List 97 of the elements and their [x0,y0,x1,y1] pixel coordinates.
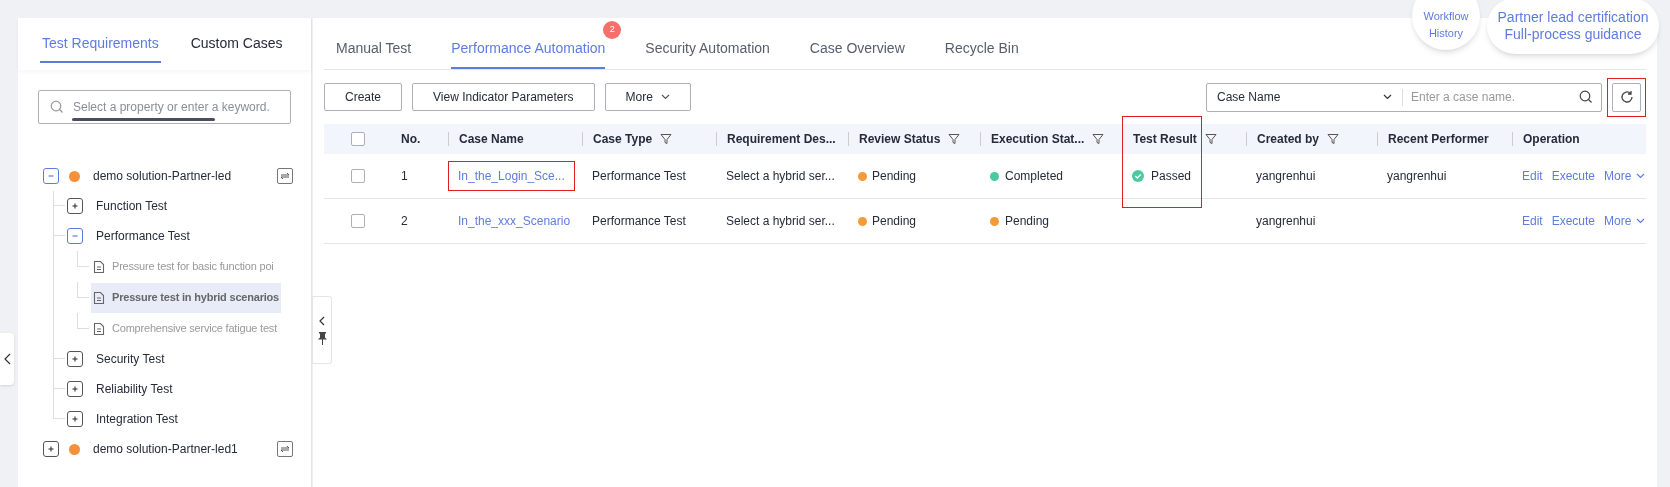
result-text: Passed [1151,168,1192,185]
filter-icon[interactable] [1204,133,1217,145]
table-cell: Select a hybrid ser... [726,214,835,228]
column-header: Review Status [859,131,941,148]
chevron-down-icon [1636,218,1646,224]
search-icon [1579,90,1593,104]
column-header: Requirement Des... [727,131,836,148]
status-text: Pending [1005,213,1050,230]
case-link[interactable]: In_the_xxx_Scenario [448,206,581,236]
expand-toggle[interactable] [43,441,59,457]
tab[interactable]: Recycle Bin [944,29,1019,69]
plus-icon [71,202,79,210]
table-cell: Performance Test [592,214,686,228]
action-link[interactable]: Execute [1551,212,1596,230]
table-cell: Performance Test [592,169,686,183]
chevron-down-icon [1383,94,1392,100]
tree-node-label[interactable]: Performance Test [96,227,190,245]
checkbox[interactable] [350,169,365,183]
toolbar-button[interactable]: View Indicator Parameters [412,83,595,111]
column-header: Created by [1257,131,1320,148]
filter-icon[interactable] [660,133,673,145]
plus-icon [71,355,79,363]
document-icon [93,321,105,336]
column-header: Recent Performer [1388,131,1489,148]
panel-tab[interactable]: Test Requirements [40,25,161,63]
tree-leaf[interactable]: Pressure test in hybrid scenarios [91,282,282,313]
tree-node-label[interactable]: Integration Test [96,410,178,428]
panel-toggle[interactable] [312,296,332,364]
tab[interactable]: Manual Test [336,29,412,69]
filter-icon[interactable] [948,133,961,145]
table-cell: yangrenhui [1256,169,1316,183]
table-cell: 2 [401,214,408,228]
tree-node-label[interactable]: demo solution-Partner-led1 [93,440,238,458]
filter-icon[interactable] [1327,133,1340,145]
check-circle-icon [1132,170,1144,182]
tree-node-label[interactable]: Reliability Test [96,380,173,398]
table-cell: yangrenhui [1387,169,1447,183]
filter-icon[interactable] [1092,133,1105,145]
case-link[interactable]: In_the_Login_Sce... [448,161,575,191]
column-header: Case Name [459,131,524,148]
search-field[interactable]: Select a property or enter a keyword. [38,90,291,124]
checkbox[interactable] [350,132,365,146]
minus-icon [47,172,55,180]
tree-node-label[interactable]: Security Test [96,350,165,368]
table-cell: 1 [401,169,408,183]
swap-button[interactable] [277,168,293,184]
table-cell: yangrenhui [1256,214,1316,228]
toolbar-button[interactable]: Create [324,83,403,111]
tab[interactable]: Performance Automation [451,29,606,69]
chevron-left-icon [3,353,11,365]
action-link[interactable]: Edit [1522,212,1543,230]
swap-button[interactable] [277,441,293,457]
checkbox[interactable] [350,214,365,228]
collapse-toggle[interactable] [67,228,83,244]
pin-icon [317,331,327,345]
plus-icon [71,385,79,393]
column-header: No. [401,131,421,148]
minus-icon [71,232,79,240]
column-header: Execution Stat... [991,131,1085,148]
search-field[interactable]: Case Name Enter a case name. [1206,82,1602,112]
field-select[interactable]: Case Name [1207,88,1403,106]
status-text: Completed [1005,168,1064,185]
expand-toggle[interactable] [67,411,83,427]
swap-icon [280,445,290,453]
floating-bubble[interactable]: Partner lead certification Full-process guidance [1487,0,1659,54]
column-header: Case Type [593,131,653,148]
search-icon [50,100,64,114]
chevron-left-icon [319,315,325,326]
document-icon [93,290,105,305]
refresh-icon [1619,90,1634,104]
tree-node-label[interactable]: demo solution-Partner-led [93,167,232,185]
status-text: Pending [872,168,917,185]
more-button[interactable]: More [604,83,691,111]
chevron-down-icon [1636,173,1646,179]
action-link[interactable]: Edit [1522,167,1543,185]
action-link[interactable]: More [1604,212,1646,230]
plus-icon [47,445,55,453]
column-header: Operation [1523,131,1580,148]
document-icon [93,259,105,274]
swap-icon [280,172,290,180]
panel-tab[interactable]: Custom Cases [188,25,285,63]
collapse-handle[interactable] [0,333,14,385]
count-badge: 2 [603,21,622,39]
expand-toggle[interactable] [67,351,83,367]
action-link[interactable]: More [1604,167,1646,185]
expand-toggle[interactable] [67,198,83,214]
plus-icon [71,415,79,423]
tab[interactable]: Security Automation [645,29,770,69]
table-cell: Select a hybrid ser... [726,169,835,183]
expand-toggle[interactable] [67,381,83,397]
tab[interactable]: Case Overview [809,29,905,69]
column-header: Test Result [1133,131,1197,148]
action-link[interactable]: Execute [1551,167,1596,185]
status-text: Pending [872,213,917,230]
chevron-down-icon [660,94,670,100]
collapse-toggle[interactable] [43,168,59,184]
tree-node-label[interactable]: Function Test [96,197,168,215]
